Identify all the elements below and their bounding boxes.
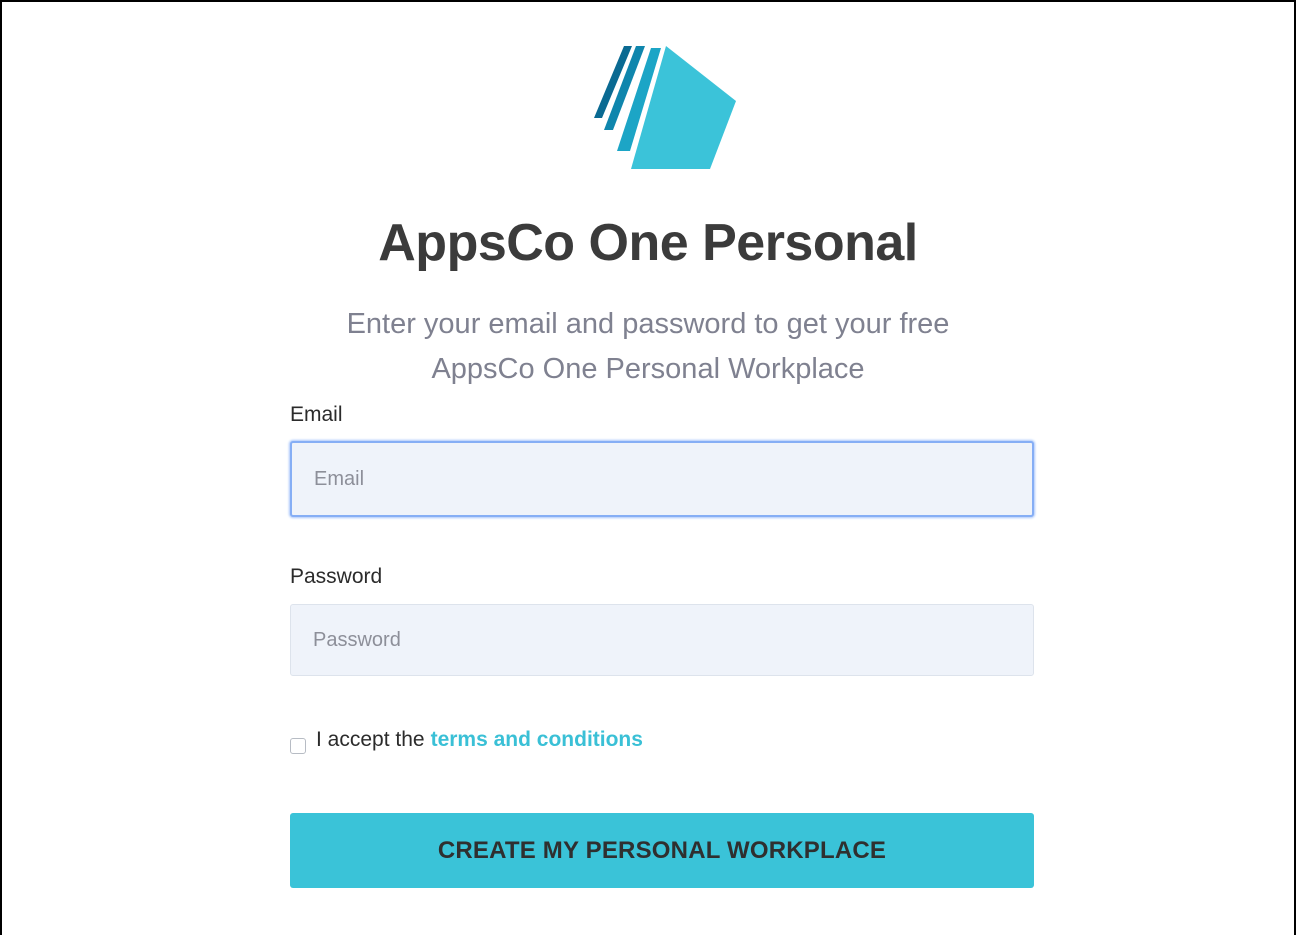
terms-link[interactable]: terms and conditions xyxy=(431,728,643,752)
create-workplace-button[interactable]: CREATE MY PERSONAL WORKPLACE xyxy=(290,813,1034,888)
terms-row: I accept the terms and conditions xyxy=(290,724,643,756)
email-input[interactable] xyxy=(290,441,1034,517)
appsco-logo-icon xyxy=(590,44,738,172)
email-label: Email xyxy=(290,403,343,426)
page-subtitle: Enter your email and password to get you… xyxy=(0,302,1296,392)
terms-checkbox[interactable] xyxy=(290,738,306,754)
terms-text: I accept the xyxy=(316,728,425,751)
subtitle-line-2: AppsCo One Personal Workplace xyxy=(431,353,865,385)
page-title: AppsCo One Personal xyxy=(378,214,918,272)
password-input[interactable] xyxy=(290,604,1034,676)
subtitle-line-1: Enter your email and password to get you… xyxy=(346,308,950,340)
password-label: Password xyxy=(290,565,383,588)
